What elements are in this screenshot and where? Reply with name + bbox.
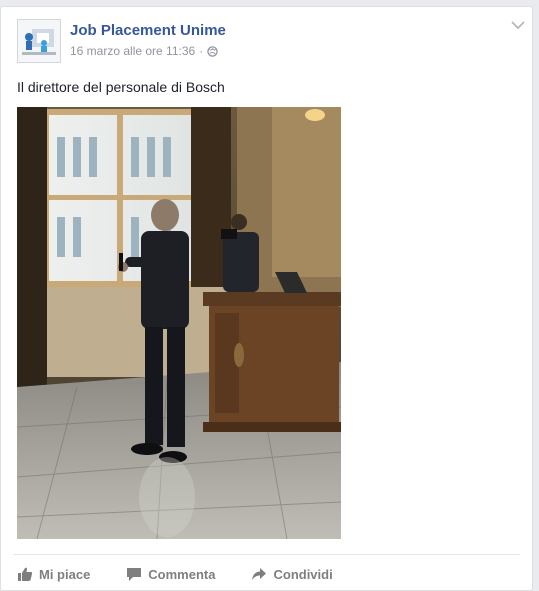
page-avatar[interactable] (17, 19, 61, 63)
post-actions: Mi piace Commenta Condividi (17, 559, 333, 589)
page-logo-icon (18, 20, 60, 62)
like-button[interactable]: Mi piace (17, 566, 90, 582)
meta-separator: · (199, 44, 204, 58)
post-text: Il direttore del personale di Bosch (17, 79, 225, 95)
comment-label: Commenta (148, 566, 216, 582)
photo-image (17, 107, 341, 539)
thumbs-up-icon (18, 567, 33, 581)
post-card: Job Placement Unime 16 marzo alle ore 11… (0, 6, 533, 591)
actions-divider (13, 554, 520, 555)
share-button[interactable]: Condividi (251, 566, 333, 582)
share-arrow-icon (252, 567, 267, 580)
post-photo[interactable] (17, 107, 341, 539)
post-timestamp[interactable]: 16 marzo alle ore 11:36 (70, 44, 195, 58)
comment-button[interactable]: Commenta (126, 567, 215, 582)
page-scroll-strip (533, 0, 539, 591)
share-label: Condividi (273, 566, 333, 582)
comment-icon (127, 567, 142, 581)
post-meta: 16 marzo alle ore 11:36 · (70, 44, 218, 58)
like-label: Mi piace (39, 566, 91, 582)
globe-icon[interactable] (207, 45, 218, 57)
chevron-down-icon[interactable] (510, 19, 526, 31)
page-name-link[interactable]: Job Placement Unime (70, 22, 226, 39)
